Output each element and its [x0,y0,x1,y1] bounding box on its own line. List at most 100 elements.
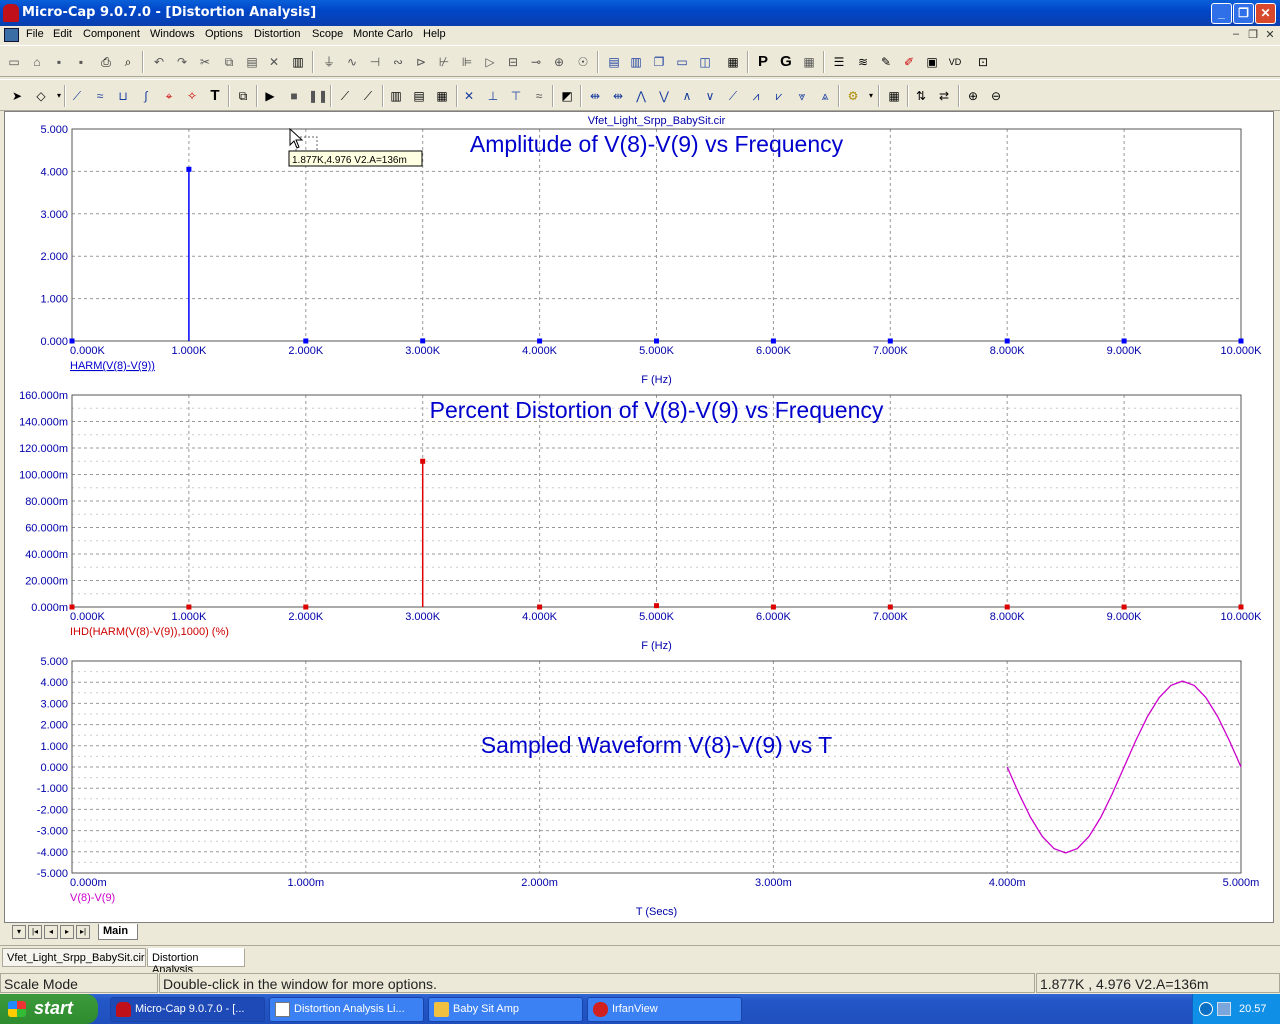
ground-icon[interactable]: ⏚ [320,53,338,71]
component-icon[interactable]: ▥ [289,53,307,71]
menu-monte-carlo[interactable]: Monte Carlo [353,28,413,40]
menu-windows[interactable]: Windows [150,28,195,40]
maximize-button[interactable]: ❐ [1233,3,1254,24]
g-key-icon[interactable]: G [777,53,795,71]
capacitor-icon[interactable]: ⊣ [366,53,384,71]
doc-minimize-button[interactable]: – [1228,28,1244,42]
inductor-icon[interactable]: ∾ [389,53,407,71]
top-icon[interactable]: ⩔ [793,87,811,105]
microcap-app-icon[interactable] [3,4,19,22]
inflection-icon[interactable]: ⟋ [724,87,742,105]
save-all-icon[interactable]: ▪ [72,53,90,71]
global-high-icon[interactable]: ⩘ [747,87,765,105]
plot-canvas[interactable]: Vfet_Light_Srpp_BabySit.cir 5.000 4.000 3.0… [5,112,1273,922]
copy-icon[interactable]: ⧉ [220,53,238,71]
select-arrow-icon[interactable]: ➤ [8,87,26,105]
probe-icon[interactable]: ✎ [877,53,895,71]
tab-main[interactable]: Main [98,924,138,940]
diode-icon[interactable]: ⊳ [412,53,430,71]
cursor-peak-icon[interactable]: ✕ [460,87,478,105]
line-tool-icon[interactable]: ⟋ [336,87,354,105]
cut-icon[interactable]: ✂ [196,53,214,71]
gear-icon[interactable]: ⚙ [844,87,862,105]
shape-tool-icon[interactable]: ◇ [32,87,50,105]
graph-icon[interactable]: ∫ [137,87,155,105]
start-button[interactable]: start [0,994,98,1024]
auto-scale-icon[interactable]: ≈ [91,87,109,105]
plot-window[interactable]: Vfet_Light_Srpp_BabySit.cir 5.000 4.000 3.0… [4,111,1274,923]
battery-icon[interactable]: ⊟ [504,53,522,71]
source-icon[interactable]: ⊕ [550,53,568,71]
tab-menu-icon[interactable]: ▾ [12,925,26,939]
undo-icon[interactable]: ↶ [150,53,168,71]
task-distortion-limits[interactable]: Distortion Analysis Li... [269,997,424,1022]
menu-component[interactable]: Component [83,28,140,40]
info-icon[interactable]: ⊡ [974,53,992,71]
run-icon[interactable]: ▶ [261,87,279,105]
document-window-icon[interactable] [4,28,19,42]
calculator-icon[interactable]: ▦ [724,53,742,71]
nmos-icon[interactable]: ⊫ [458,53,476,71]
new-file-icon[interactable]: ▭ [5,53,23,71]
switch-icon[interactable]: ⊸ [527,53,545,71]
table-icon[interactable]: ▦ [885,87,903,105]
align-horizontal-icon[interactable]: ⇄ [935,87,953,105]
list-icon[interactable]: ☰ [830,53,848,71]
split-window-icon[interactable]: ◫ [696,53,714,71]
tile-vertical-icon[interactable]: ▥ [627,53,645,71]
menu-help[interactable]: Help [423,28,446,40]
vd-icon[interactable]: VD [946,53,964,71]
cursor-left-icon[interactable]: ⇹ [586,87,604,105]
sine-source-icon[interactable]: ☉ [574,53,592,71]
global-low-icon[interactable]: ⩗ [770,87,788,105]
opamp-icon[interactable]: ▷ [481,53,499,71]
prev-tab-icon[interactable]: ◂ [44,925,58,939]
resistor-icon[interactable]: ∿ [343,53,361,71]
scale-icon[interactable]: ⟋ [68,87,86,105]
zoom-out-icon[interactable]: ⊖ [987,87,1005,105]
low-icon[interactable]: ∨ [701,87,719,105]
next-tab-icon[interactable]: ▸ [60,925,74,939]
cascade-icon[interactable]: ❐ [650,53,668,71]
transistor-icon[interactable]: ⊬ [435,53,453,71]
delete-icon[interactable]: ✕ [265,53,283,71]
cursor-valley-icon[interactable]: ⊥ [484,87,502,105]
tab-distortion-analysis[interactable]: Distortion Analysis [147,948,245,976]
open-file-icon[interactable]: ⌂ [28,53,46,71]
network-icon[interactable] [1217,1002,1231,1016]
cursor-right-icon[interactable]: ⇹ [609,87,627,105]
paste-icon[interactable]: ▤ [243,53,261,71]
text-tool-icon[interactable]: T [206,87,224,105]
menu-scope[interactable]: Scope [312,28,343,40]
tray-expand-icon[interactable] [1199,1002,1213,1016]
point-tag-icon[interactable]: ✧ [183,87,201,105]
grid-rows-icon[interactable]: ▤ [410,87,428,105]
grid-full-icon[interactable]: ▦ [433,87,451,105]
properties-icon[interactable]: ⧉ [234,87,252,105]
restore-limits-icon[interactable]: ⊔ [114,87,132,105]
print-icon[interactable]: ⎙ [97,53,115,71]
task-baby-sit-amp[interactable]: Baby Sit Amp [428,997,583,1022]
slope-tool-icon[interactable]: ⟋ [359,87,377,105]
task-microcap[interactable]: Micro-Cap 9.0.7.0 - [... [110,997,265,1022]
cursor-low-icon[interactable]: ≈ [530,87,548,105]
tab-circuit-file[interactable]: Vfet_Light_Srpp_BabySit.cir [2,948,146,967]
task-irfanview[interactable]: IrfanView [587,997,742,1022]
doc-restore-button[interactable]: ❐ [1245,28,1261,42]
menu-options[interactable]: Options [205,28,243,40]
window-icon[interactable]: ▭ [673,53,691,71]
pen-icon[interactable]: ✐ [900,53,918,71]
stop-icon[interactable]: ■ [285,87,303,105]
menu-edit[interactable]: Edit [53,28,72,40]
zoom-in-icon[interactable]: ⊕ [964,87,982,105]
grid-columns-icon[interactable]: ▥ [387,87,405,105]
last-tab-icon[interactable]: ▸| [76,925,90,939]
bottom-icon[interactable]: ⩓ [816,87,834,105]
valley-icon[interactable]: ⋁ [655,87,673,105]
cursor-high-icon[interactable]: ⊤ [507,87,525,105]
doc-close-button[interactable]: ✕ [1262,28,1278,42]
plot-properties-icon[interactable]: ◩ [558,87,576,105]
align-vertical-icon[interactable]: ⇅ [912,87,930,105]
pause-icon[interactable]: ❚❚ [308,87,328,105]
high-icon[interactable]: ∧ [678,87,696,105]
